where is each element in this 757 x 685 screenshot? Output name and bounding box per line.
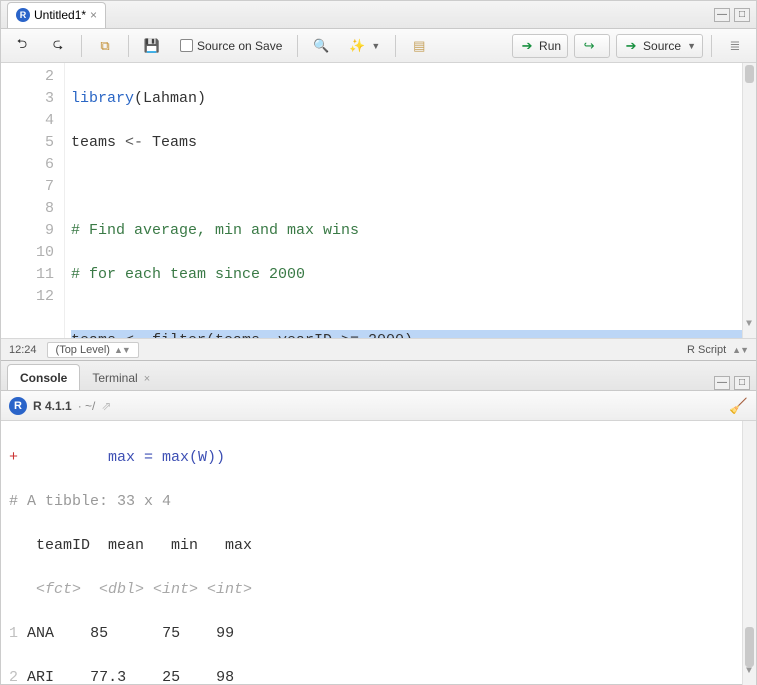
editor-scrollbar[interactable]: ▼ xyxy=(742,63,756,338)
minimize-pane-button[interactable]: — xyxy=(714,376,730,390)
echoed-expression: max = max(W)) xyxy=(18,449,225,466)
rerun-button[interactable]: ↪ xyxy=(574,34,610,58)
file-type-label: R Script xyxy=(687,344,726,356)
separator xyxy=(81,35,82,57)
table-column-headers: teamID mean min max xyxy=(9,535,756,557)
search-icon: 🔍 xyxy=(313,38,329,54)
console-scrollbar[interactable]: ▼ xyxy=(742,421,756,685)
save-icon: 💾 xyxy=(144,38,160,54)
tab-terminal[interactable]: Terminal× xyxy=(80,365,162,390)
close-icon[interactable]: × xyxy=(90,8,97,22)
source-pane: R Untitled1* × — □ ⮌ ⮎ ⧉ 💾 Source on Sav… xyxy=(1,1,756,361)
continuation-prompt: + xyxy=(9,449,18,466)
chevron-down-icon[interactable]: ▼ xyxy=(746,661,752,683)
compile-report-button[interactable]: ▤ xyxy=(404,34,434,58)
code-content[interactable]: library(Lahman) teams <- Teams # Find av… xyxy=(65,63,756,338)
code-editor[interactable]: 2 3 4 5 6 7 8 9 10 11 12 library(Lahman)… xyxy=(1,63,756,338)
console-output[interactable]: + max = max(W)) # A tibble: 33 x 4 teamI… xyxy=(1,421,756,685)
run-button[interactable]: ➔ Run xyxy=(512,34,568,58)
r-file-icon: R xyxy=(16,8,30,22)
updown-icon: ▲▼ xyxy=(114,345,130,355)
clear-console-button[interactable]: 🧹 xyxy=(729,397,748,415)
run-label: Run xyxy=(539,39,561,53)
close-icon[interactable]: × xyxy=(144,373,150,385)
line-gutter: 2 3 4 5 6 7 8 9 10 11 12 xyxy=(1,63,65,338)
source-tab-untitled[interactable]: R Untitled1* × xyxy=(7,2,106,28)
updown-icon[interactable]: ▲▼ xyxy=(732,345,748,355)
r-logo-icon: R xyxy=(9,397,27,415)
forward-button[interactable]: ⮎ xyxy=(43,34,73,58)
arrow-right-icon: ⮎ xyxy=(50,38,66,54)
popout-icon: ⧉ xyxy=(97,38,113,54)
console-tabbar: Console Terminal× — □ xyxy=(1,361,756,391)
code-tools-button[interactable]: ✨▼ xyxy=(342,34,387,58)
source-button[interactable]: ➔ Source ▼ xyxy=(616,34,703,58)
back-button[interactable]: ⮌ xyxy=(7,34,37,58)
cursor-position: 12:24 xyxy=(9,344,37,356)
chevron-down-icon: ▼ xyxy=(371,41,380,51)
chevron-down-icon: ▼ xyxy=(687,41,696,51)
rerun-icon: ↪ xyxy=(581,38,597,54)
r-version-label: R 4.1.1 xyxy=(33,399,72,413)
wd-popout-icon[interactable]: ⇗ xyxy=(101,399,111,413)
separator xyxy=(297,35,298,57)
table-row: 2 ARI 77.3 25 98 xyxy=(9,667,756,685)
tab-console[interactable]: Console xyxy=(7,364,80,390)
source-tab-title: Untitled1* xyxy=(34,8,86,22)
source-statusbar: 12:24 (Top Level) ▲▼ R Script ▲▼ xyxy=(1,338,756,360)
source-tabbar: R Untitled1* × — □ xyxy=(1,1,756,29)
wand-icon: ✨ xyxy=(349,38,365,54)
tibble-header: # A tibble: 33 x 4 xyxy=(9,491,756,513)
working-dir-label: · ~/ xyxy=(78,399,96,413)
table-row: 1 ANA 85 75 99 xyxy=(9,623,756,645)
source-on-save-toggle[interactable]: Source on Save xyxy=(173,35,289,57)
source-on-save-label: Source on Save xyxy=(197,39,282,53)
pane-window-controls: — □ xyxy=(714,376,750,390)
run-arrow-icon: ➔ xyxy=(519,38,535,54)
checkbox-icon xyxy=(180,39,193,52)
console-pane: Console Terminal× — □ R R 4.1.1 · ~/ ⇗ 🧹… xyxy=(1,361,756,685)
table-column-types: <fct> <dbl> <int> <int> xyxy=(9,579,756,601)
source-label: Source xyxy=(643,39,681,53)
scope-label: (Top Level) xyxy=(56,344,110,356)
maximize-pane-button[interactable]: □ xyxy=(734,8,750,22)
separator xyxy=(128,35,129,57)
scrollbar-thumb[interactable] xyxy=(745,65,754,83)
scope-selector[interactable]: (Top Level) ▲▼ xyxy=(47,342,139,358)
source-arrow-icon: ➔ xyxy=(623,38,639,54)
save-button[interactable]: 💾 xyxy=(137,34,167,58)
outline-icon: ≣ xyxy=(727,38,743,54)
minimize-pane-button[interactable]: — xyxy=(714,8,730,22)
pane-window-controls: — □ xyxy=(714,8,750,22)
chevron-down-icon[interactable]: ▼ xyxy=(746,314,752,336)
separator xyxy=(711,35,712,57)
notebook-icon: ▤ xyxy=(411,38,427,54)
arrow-left-icon: ⮌ xyxy=(14,38,30,54)
console-header: R R 4.1.1 · ~/ ⇗ 🧹 xyxy=(1,391,756,421)
outline-button[interactable]: ≣ xyxy=(720,34,750,58)
show-in-new-window-button[interactable]: ⧉ xyxy=(90,34,120,58)
separator xyxy=(395,35,396,57)
find-button[interactable]: 🔍 xyxy=(306,34,336,58)
maximize-pane-button[interactable]: □ xyxy=(734,376,750,390)
source-toolbar: ⮌ ⮎ ⧉ 💾 Source on Save 🔍 ✨▼ ▤ ➔ Run ↪ ➔ … xyxy=(1,29,756,63)
